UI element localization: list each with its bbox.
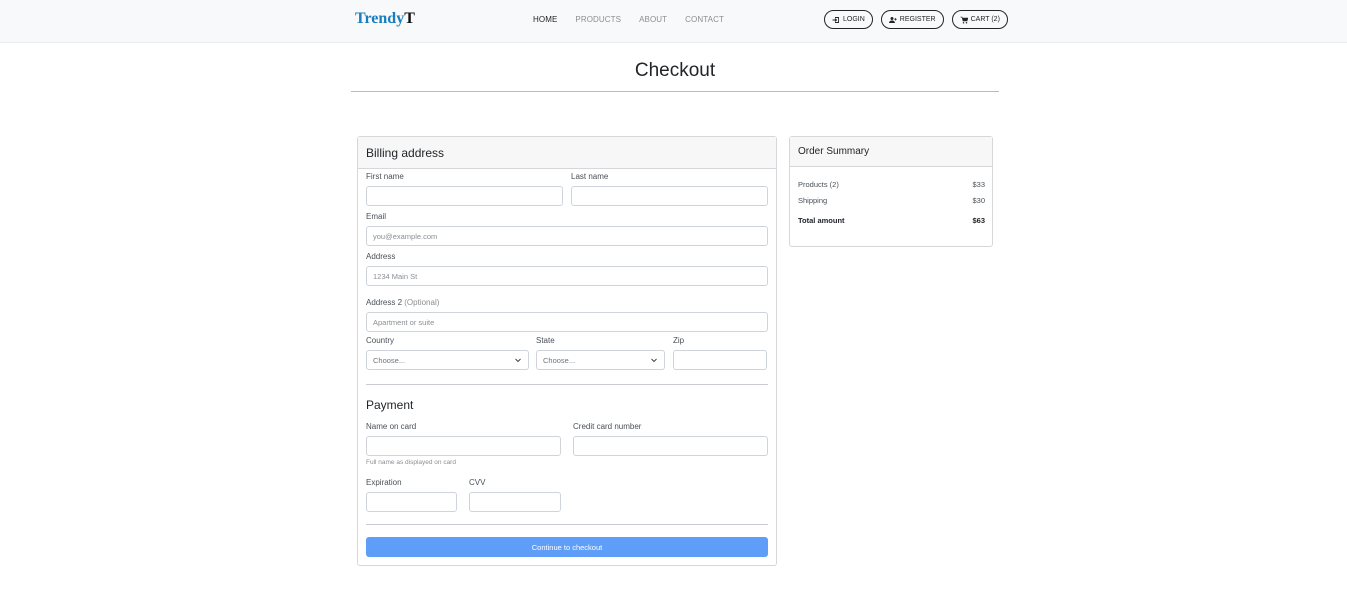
nav-link-contact[interactable]: CONTACT — [685, 15, 724, 24]
first-name-input[interactable] — [366, 186, 563, 206]
country-label: Country — [366, 336, 395, 345]
nav-link-about[interactable]: ABOUT — [639, 15, 667, 24]
state-select[interactable]: Choose... — [536, 350, 665, 370]
cvv-label: CVV — [469, 478, 486, 487]
total-value: $63 — [972, 216, 985, 225]
last-name-label: Last name — [571, 172, 609, 181]
cart-label: CART (2) — [970, 16, 1000, 23]
email-label: Email — [366, 212, 387, 221]
brand-logo[interactable]: TrendyT — [355, 10, 415, 28]
state-label: State — [536, 336, 555, 345]
billing-card: Billing address First name Last name Ema… — [357, 136, 777, 566]
payment-title: Payment — [366, 398, 414, 412]
cvv-input[interactable] — [469, 492, 561, 512]
section-divider — [366, 384, 768, 385]
address2-label-text: Address 2 — [366, 298, 403, 307]
name-on-card-input[interactable] — [366, 436, 561, 456]
sign-in-icon — [832, 16, 840, 24]
page-title: Checkout — [634, 60, 716, 81]
country-select-value: Choose... — [373, 355, 406, 365]
navbar: TrendyT HOME PRODUCTS ABOUT CONTACT LOGI… — [0, 0, 1347, 43]
order-summary-header: Order Summary — [790, 137, 992, 167]
login-label: LOGIN — [843, 16, 865, 23]
continue-to-checkout-button[interactable]: Continue to checkout — [366, 537, 768, 557]
payment-divider — [366, 524, 768, 525]
billing-header: Billing address — [358, 137, 776, 169]
address2-input[interactable] — [366, 312, 768, 332]
last-name-input[interactable] — [571, 186, 768, 206]
products-label: Products (2) — [798, 180, 839, 189]
country-select[interactable]: Choose... — [366, 350, 529, 370]
nav-buttons: LOGIN REGISTER CART (2) — [824, 10, 1016, 29]
brand-text-primary: Trendy — [355, 10, 405, 27]
address2-label: Address 2 (Optional) — [366, 298, 439, 307]
card-number-label: Credit card number — [573, 422, 642, 431]
summary-row-total: Total amount $63 — [798, 216, 985, 225]
expiration-input[interactable] — [366, 492, 457, 512]
state-select-value: Choose... — [543, 355, 576, 365]
chevron-down-icon — [651, 358, 657, 363]
email-input[interactable] — [366, 226, 768, 246]
login-button[interactable]: LOGIN — [824, 10, 873, 29]
address-input[interactable] — [366, 266, 768, 286]
name-on-card-label: Name on card — [366, 422, 417, 431]
zip-input[interactable] — [673, 350, 767, 370]
shipping-label: Shipping — [798, 196, 828, 205]
register-label: REGISTER — [899, 16, 936, 23]
card-number-input[interactable] — [573, 436, 768, 456]
register-button[interactable]: REGISTER — [880, 10, 944, 29]
title-divider — [351, 91, 999, 92]
order-summary-card: Order Summary Products (2) $33 Shipping … — [789, 136, 993, 247]
nav-link-products[interactable]: PRODUCTS — [575, 15, 621, 24]
chevron-down-icon — [515, 358, 521, 363]
nav-link-home[interactable]: HOME — [533, 15, 557, 24]
cart-icon — [960, 16, 968, 24]
address-label: Address — [366, 252, 396, 261]
cart-button[interactable]: CART (2) — [951, 10, 1008, 29]
total-label: Total amount — [798, 216, 845, 225]
summary-row-products: Products (2) $33 — [798, 180, 985, 189]
shipping-value: $30 — [972, 196, 985, 205]
address2-optional-text: (Optional) — [404, 298, 440, 307]
brand-text-secondary: T — [404, 10, 415, 27]
name-on-card-help: Full name as displayed on card — [366, 459, 456, 466]
first-name-label: First name — [366, 172, 404, 181]
user-plus-icon — [888, 16, 897, 24]
zip-label: Zip — [673, 336, 685, 345]
expiration-label: Expiration — [366, 478, 402, 487]
summary-row-shipping: Shipping $30 — [798, 196, 985, 205]
products-value: $33 — [972, 180, 985, 189]
nav-links: HOME PRODUCTS ABOUT CONTACT — [533, 15, 742, 24]
